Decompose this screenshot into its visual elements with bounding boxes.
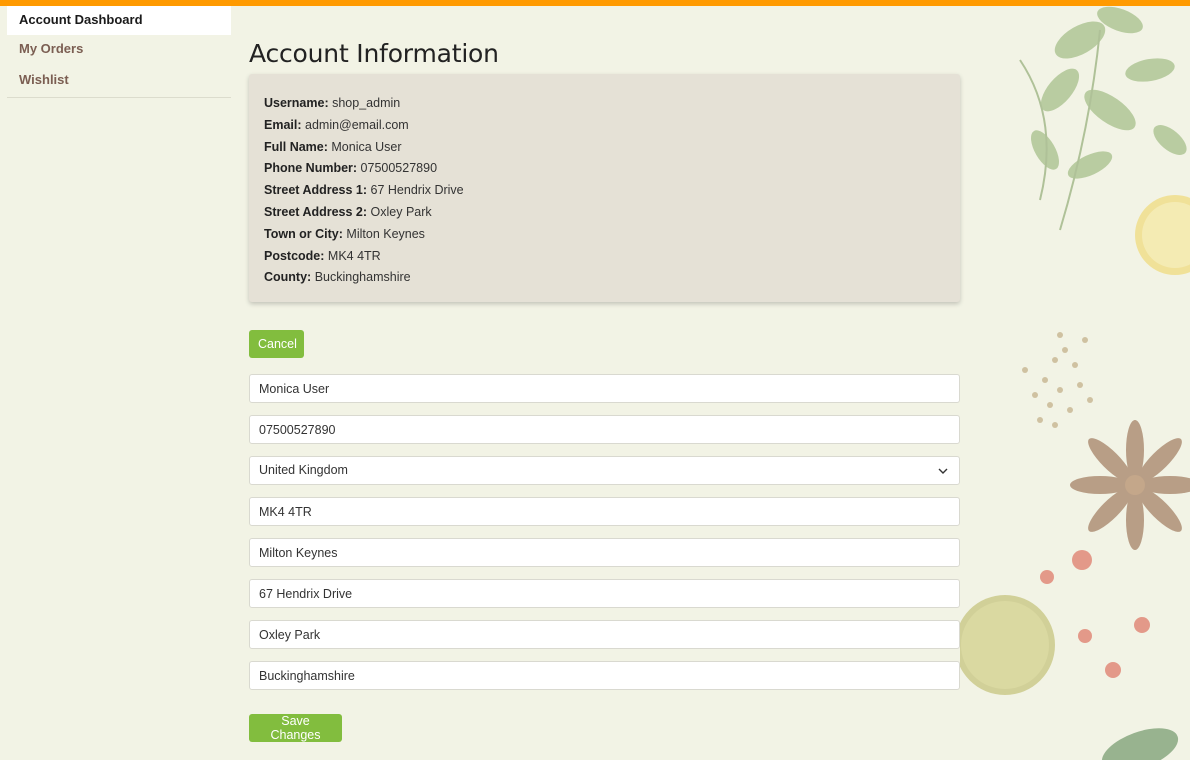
decorative-spices-background <box>960 6 1190 760</box>
cancel-button[interactable]: Cancel <box>249 330 304 358</box>
country-select-value: United Kingdom <box>259 463 348 477</box>
sidebar-divider <box>7 97 231 98</box>
info-label: Street Address 1: <box>264 183 368 198</box>
info-value: shop_admin <box>332 96 401 110</box>
chevron-down-icon <box>938 468 948 474</box>
page-title: Account Information <box>249 39 499 68</box>
info-value: MK4 4TR <box>327 248 381 263</box>
info-label: Town or City: <box>264 226 343 241</box>
info-label: Email: <box>264 117 302 132</box>
info-label: Username: <box>264 96 329 110</box>
info-email: Email: admin@email.com <box>264 115 945 137</box>
info-value: admin@email.com <box>305 117 409 132</box>
country-select[interactable]: United Kingdom <box>249 456 960 485</box>
street-address-2-field[interactable] <box>249 620 960 649</box>
info-phone-number: Phone Number: 07500527890 <box>264 158 945 180</box>
info-label: Full Name: <box>264 139 328 154</box>
info-label: Street Address 2: <box>264 204 368 219</box>
account-info-card: Username: shop_admin Email: admin@email.… <box>249 74 960 302</box>
info-value: 67 Hendrix Drive <box>370 183 464 198</box>
info-value: 07500527890 <box>360 161 438 176</box>
info-value: Oxley Park <box>370 204 432 219</box>
info-value: Buckinghamshire <box>314 270 411 285</box>
account-sidebar: Account Dashboard My Orders Wishlist <box>7 6 231 98</box>
sidebar-item-my-orders[interactable]: My Orders <box>7 35 231 66</box>
sidebar-item-account-dashboard[interactable]: Account Dashboard <box>7 6 231 35</box>
phone-number-field[interactable] <box>249 415 960 444</box>
info-label: County: <box>264 270 312 285</box>
save-changes-button[interactable]: Save Changes <box>249 714 342 742</box>
info-county: County: Buckinghamshire <box>264 267 945 289</box>
info-full-name: Full Name: Monica User <box>264 137 945 159</box>
info-label: Phone Number: <box>264 161 358 176</box>
info-label: Postcode: <box>264 248 325 263</box>
street-address-1-field[interactable] <box>249 579 960 608</box>
info-value: Monica User <box>331 139 402 154</box>
town-or-city-field[interactable] <box>249 538 960 567</box>
info-street-address-2: Street Address 2: Oxley Park <box>264 202 945 224</box>
full-name-field[interactable] <box>249 374 960 403</box>
sidebar-item-wishlist[interactable]: Wishlist <box>7 66 231 97</box>
info-value: Milton Keynes <box>346 226 425 241</box>
info-street-address-1: Street Address 1: 67 Hendrix Drive <box>264 180 945 202</box>
info-postcode: Postcode: MK4 4TR <box>264 246 945 268</box>
county-field[interactable] <box>249 661 960 690</box>
postcode-field[interactable] <box>249 497 960 526</box>
info-username: Username: shop_admin <box>264 93 945 115</box>
info-town-or-city: Town or City: Milton Keynes <box>264 224 945 246</box>
main-content: Account Information Username: shop_admin… <box>249 36 960 742</box>
